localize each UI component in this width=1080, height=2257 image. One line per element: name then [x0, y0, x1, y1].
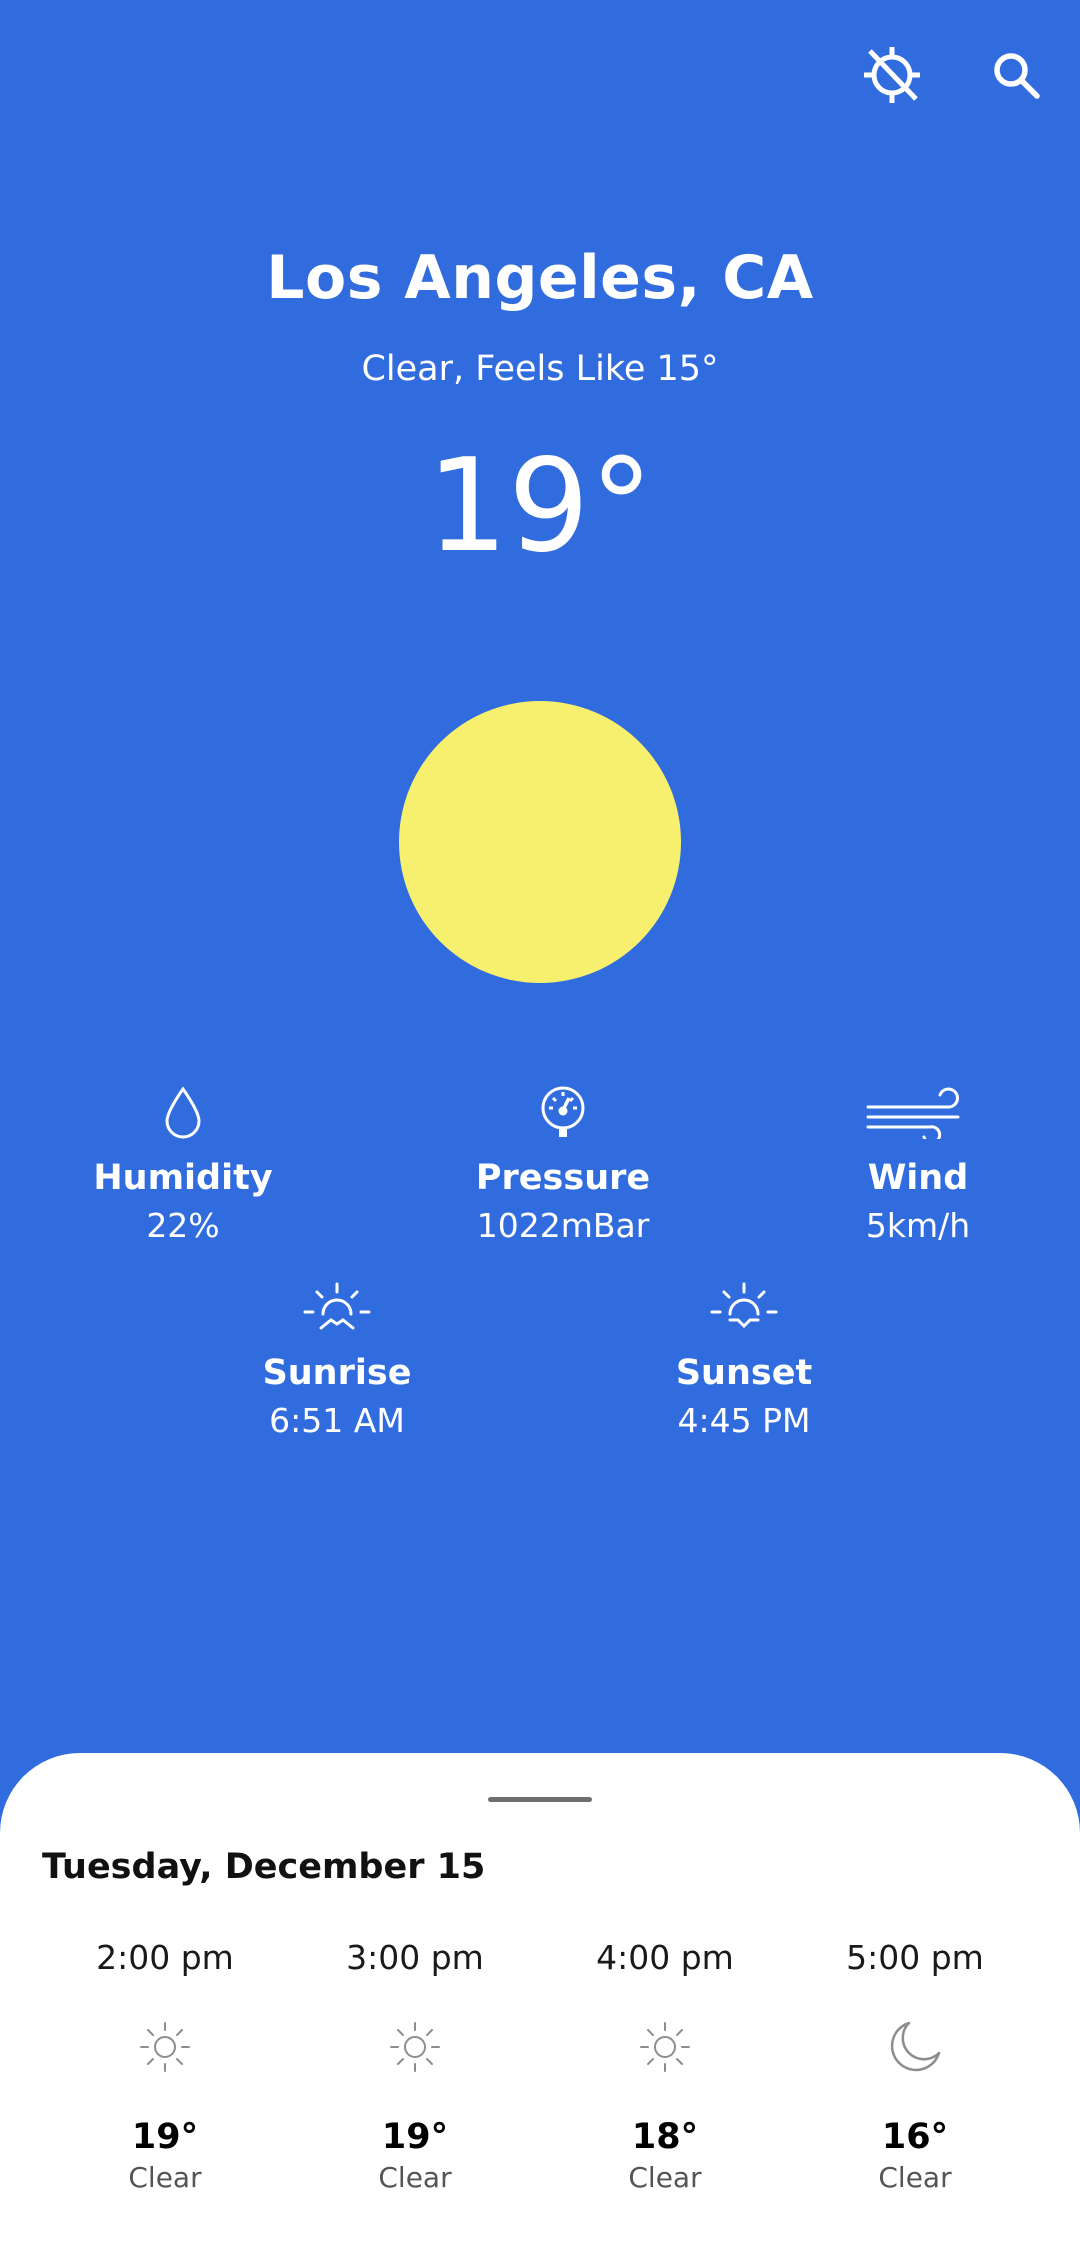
- forecast-sheet[interactable]: Tuesday, December 15 2:00 pm 19° Clear 3…: [0, 1753, 1080, 2257]
- hour-condition: Clear: [628, 2161, 702, 2194]
- hour-condition: Clear: [878, 2161, 952, 2194]
- hour-condition: Clear: [378, 2161, 452, 2194]
- sun-icon: [540, 2007, 790, 2087]
- moon-icon: [790, 2007, 1040, 2087]
- hour-time: 4:00 pm: [596, 1938, 734, 1977]
- wind-value: 5km/h: [865, 1206, 971, 1245]
- location-off-icon[interactable]: [857, 40, 927, 110]
- hour-temp: 19°: [131, 2117, 199, 2157]
- current-temperature: 19°: [426, 432, 654, 581]
- sun-icon: [290, 2007, 540, 2087]
- hourly-item[interactable]: 5:00 pm 16° Clear: [790, 1938, 1040, 2194]
- humidity-value: 22%: [146, 1206, 220, 1245]
- hourly-forecast: 2:00 pm 19° Clear 3:00 pm 19° Clear 4:00…: [40, 1938, 1040, 2194]
- hour-time: 3:00 pm: [346, 1938, 484, 1977]
- stat-pressure: Pressure 1022mBar: [413, 1082, 713, 1245]
- sunset-value: 4:45 PM: [677, 1401, 811, 1440]
- pressure-label: Pressure: [475, 1158, 651, 1198]
- hourly-item[interactable]: 4:00 pm 18° Clear: [540, 1938, 790, 2194]
- stat-humidity: Humidity 22%: [33, 1082, 333, 1245]
- sheet-drag-handle[interactable]: [488, 1797, 592, 1802]
- hour-temp: 16°: [881, 2117, 949, 2157]
- gauge-icon: [413, 1082, 713, 1144]
- sun-icon: [40, 2007, 290, 2087]
- condition-text: Clear, Feels Like 15°: [361, 349, 719, 389]
- water-drop-icon: [33, 1082, 333, 1144]
- hourly-item[interactable]: 3:00 pm 19° Clear: [290, 1938, 540, 2194]
- hour-temp: 18°: [631, 2117, 699, 2157]
- sun-illustration: [399, 701, 681, 983]
- humidity-label: Humidity: [93, 1158, 273, 1198]
- hour-time: 5:00 pm: [846, 1938, 984, 1977]
- stat-sunset: Sunset 4:45 PM: [594, 1277, 894, 1440]
- pressure-value: 1022mBar: [476, 1206, 650, 1245]
- sunset-icon: [594, 1277, 894, 1339]
- hourly-item[interactable]: 2:00 pm 19° Clear: [40, 1938, 290, 2194]
- hour-condition: Clear: [128, 2161, 202, 2194]
- sunrise-value: 6:51 AM: [269, 1401, 405, 1440]
- hour-temp: 19°: [381, 2117, 449, 2157]
- sunrise-label: Sunrise: [262, 1353, 412, 1393]
- hour-time: 2:00 pm: [96, 1938, 234, 1977]
- search-icon[interactable]: [981, 40, 1051, 110]
- wind-label: Wind: [867, 1158, 969, 1198]
- sunrise-icon: [187, 1277, 487, 1339]
- stat-wind: Wind 5km/h: [768, 1082, 1068, 1245]
- city-name: Los Angeles, CA: [266, 243, 814, 313]
- sunset-label: Sunset: [675, 1353, 813, 1393]
- forecast-date: Tuesday, December 15: [42, 1847, 486, 1887]
- stat-sunrise: Sunrise 6:51 AM: [187, 1277, 487, 1440]
- wind-icon: [768, 1082, 1068, 1144]
